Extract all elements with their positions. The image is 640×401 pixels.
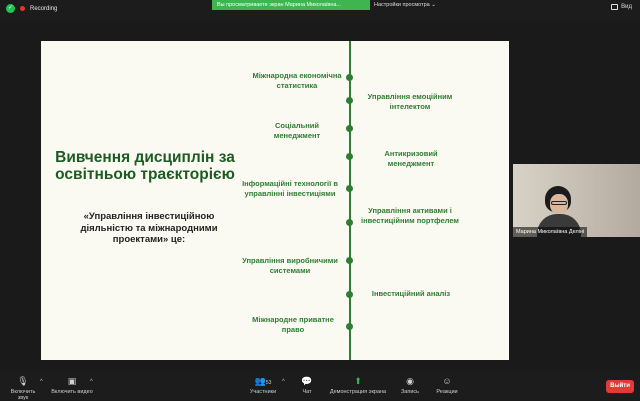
participant-name: Марина Миколаївна Деліні bbox=[513, 227, 588, 237]
record-button[interactable]: ◉ Запись bbox=[398, 376, 422, 395]
right-item-4: Інвестиційний аналіз bbox=[371, 289, 451, 298]
timeline-dot bbox=[346, 97, 353, 104]
view-button[interactable]: Вид bbox=[611, 4, 632, 10]
video-options-chevron-icon[interactable]: ^ bbox=[90, 379, 93, 385]
left-item-2: Соціальний менеджмент bbox=[273, 121, 321, 140]
recording-label: Recording bbox=[30, 5, 58, 12]
right-item-3: Управління активами і інвестиційним порт… bbox=[361, 206, 459, 225]
left-item-1: Міжнародна економічна статистика bbox=[252, 71, 342, 90]
record-label: Запись bbox=[400, 389, 420, 395]
share-screen-button[interactable]: ⬆ Демонстрация экрана bbox=[328, 376, 388, 395]
timeline-dot bbox=[346, 125, 353, 132]
participants-options-chevron-icon[interactable]: ^ bbox=[282, 379, 285, 385]
unmute-label: Включить звук bbox=[10, 389, 36, 401]
record-icon: ◉ bbox=[406, 376, 414, 386]
chat-bubble-icon: 💬 bbox=[301, 376, 313, 386]
chat-label: Чат bbox=[302, 389, 312, 395]
participants-button[interactable]: 👥53 Участники bbox=[246, 376, 280, 395]
view-button-label: Вид bbox=[621, 4, 632, 10]
timeline-dot bbox=[346, 291, 353, 298]
recording-indicator[interactable]: ✓ Recording bbox=[6, 4, 57, 13]
participant-glasses bbox=[551, 201, 567, 205]
meeting-toolbar: 🎙 Включить звук ^ ▣ Включить видео ^ 👥53… bbox=[0, 372, 640, 401]
share-screen-label: Демонстрация экрана bbox=[329, 389, 387, 395]
meeting-top-bar: ✓ Recording Вы просматриваете экран Мари… bbox=[0, 0, 640, 20]
timeline-line bbox=[349, 41, 351, 360]
recording-dot-icon bbox=[20, 6, 25, 11]
security-shield-icon[interactable]: ✓ bbox=[6, 4, 15, 13]
shared-screen-slide: Вивчення дисциплін за освітньою траєктор… bbox=[41, 41, 509, 360]
timeline-dot bbox=[346, 219, 353, 226]
timeline-dot bbox=[346, 74, 353, 81]
reactions-button[interactable]: ☺ Реакции bbox=[434, 376, 460, 395]
start-video-label: Включить видео bbox=[51, 389, 93, 395]
view-options-dropdown[interactable]: Настройки просмотра ⌄ bbox=[374, 0, 436, 10]
share-screen-icon: ⬆ bbox=[354, 376, 362, 386]
audio-options-chevron-icon[interactable]: ^ bbox=[40, 379, 43, 385]
start-video-button[interactable]: ▣ Включить видео bbox=[50, 376, 94, 395]
chat-button[interactable]: 💬 Чат bbox=[296, 376, 318, 395]
slide-title: Вивчення дисциплін за освітньою траєктор… bbox=[55, 149, 235, 183]
timeline-dot bbox=[346, 153, 353, 160]
participant-video-tile[interactable]: Марина Миколаївна Деліні bbox=[513, 164, 640, 237]
timeline-dot bbox=[346, 257, 353, 264]
leave-meeting-button[interactable]: Выйти bbox=[606, 380, 634, 393]
microphone-muted-icon: 🎙 bbox=[17, 376, 29, 386]
participants-label: Участники bbox=[249, 389, 277, 395]
slide-subtitle: «Управління інвестиційною діяльністю та … bbox=[80, 211, 218, 245]
unmute-button[interactable]: 🎙 Включить звук bbox=[6, 376, 40, 401]
reactions-label: Реакции bbox=[436, 389, 458, 395]
participants-count: 53 bbox=[265, 380, 272, 386]
participants-icon: 👥53 bbox=[254, 376, 272, 386]
right-item-1: Управління емоційним інтелектом bbox=[367, 92, 453, 111]
left-item-4: Управління виробничими системами bbox=[242, 256, 338, 275]
grid-view-icon bbox=[611, 4, 619, 10]
timeline-dot bbox=[346, 323, 353, 330]
timeline-dot bbox=[346, 185, 353, 192]
screen-share-banner: Вы просматриваете экран Марина Миколаївн… bbox=[212, 0, 370, 10]
left-item-3: Інформаційні технології в управлінні інв… bbox=[242, 179, 338, 198]
smiley-reaction-icon: ☺ bbox=[442, 376, 452, 386]
video-camera-off-icon: ▣ bbox=[67, 376, 77, 386]
left-item-5: Міжнародне приватне право bbox=[252, 315, 334, 334]
right-item-2: Антикризовий менеджмент bbox=[384, 149, 438, 168]
